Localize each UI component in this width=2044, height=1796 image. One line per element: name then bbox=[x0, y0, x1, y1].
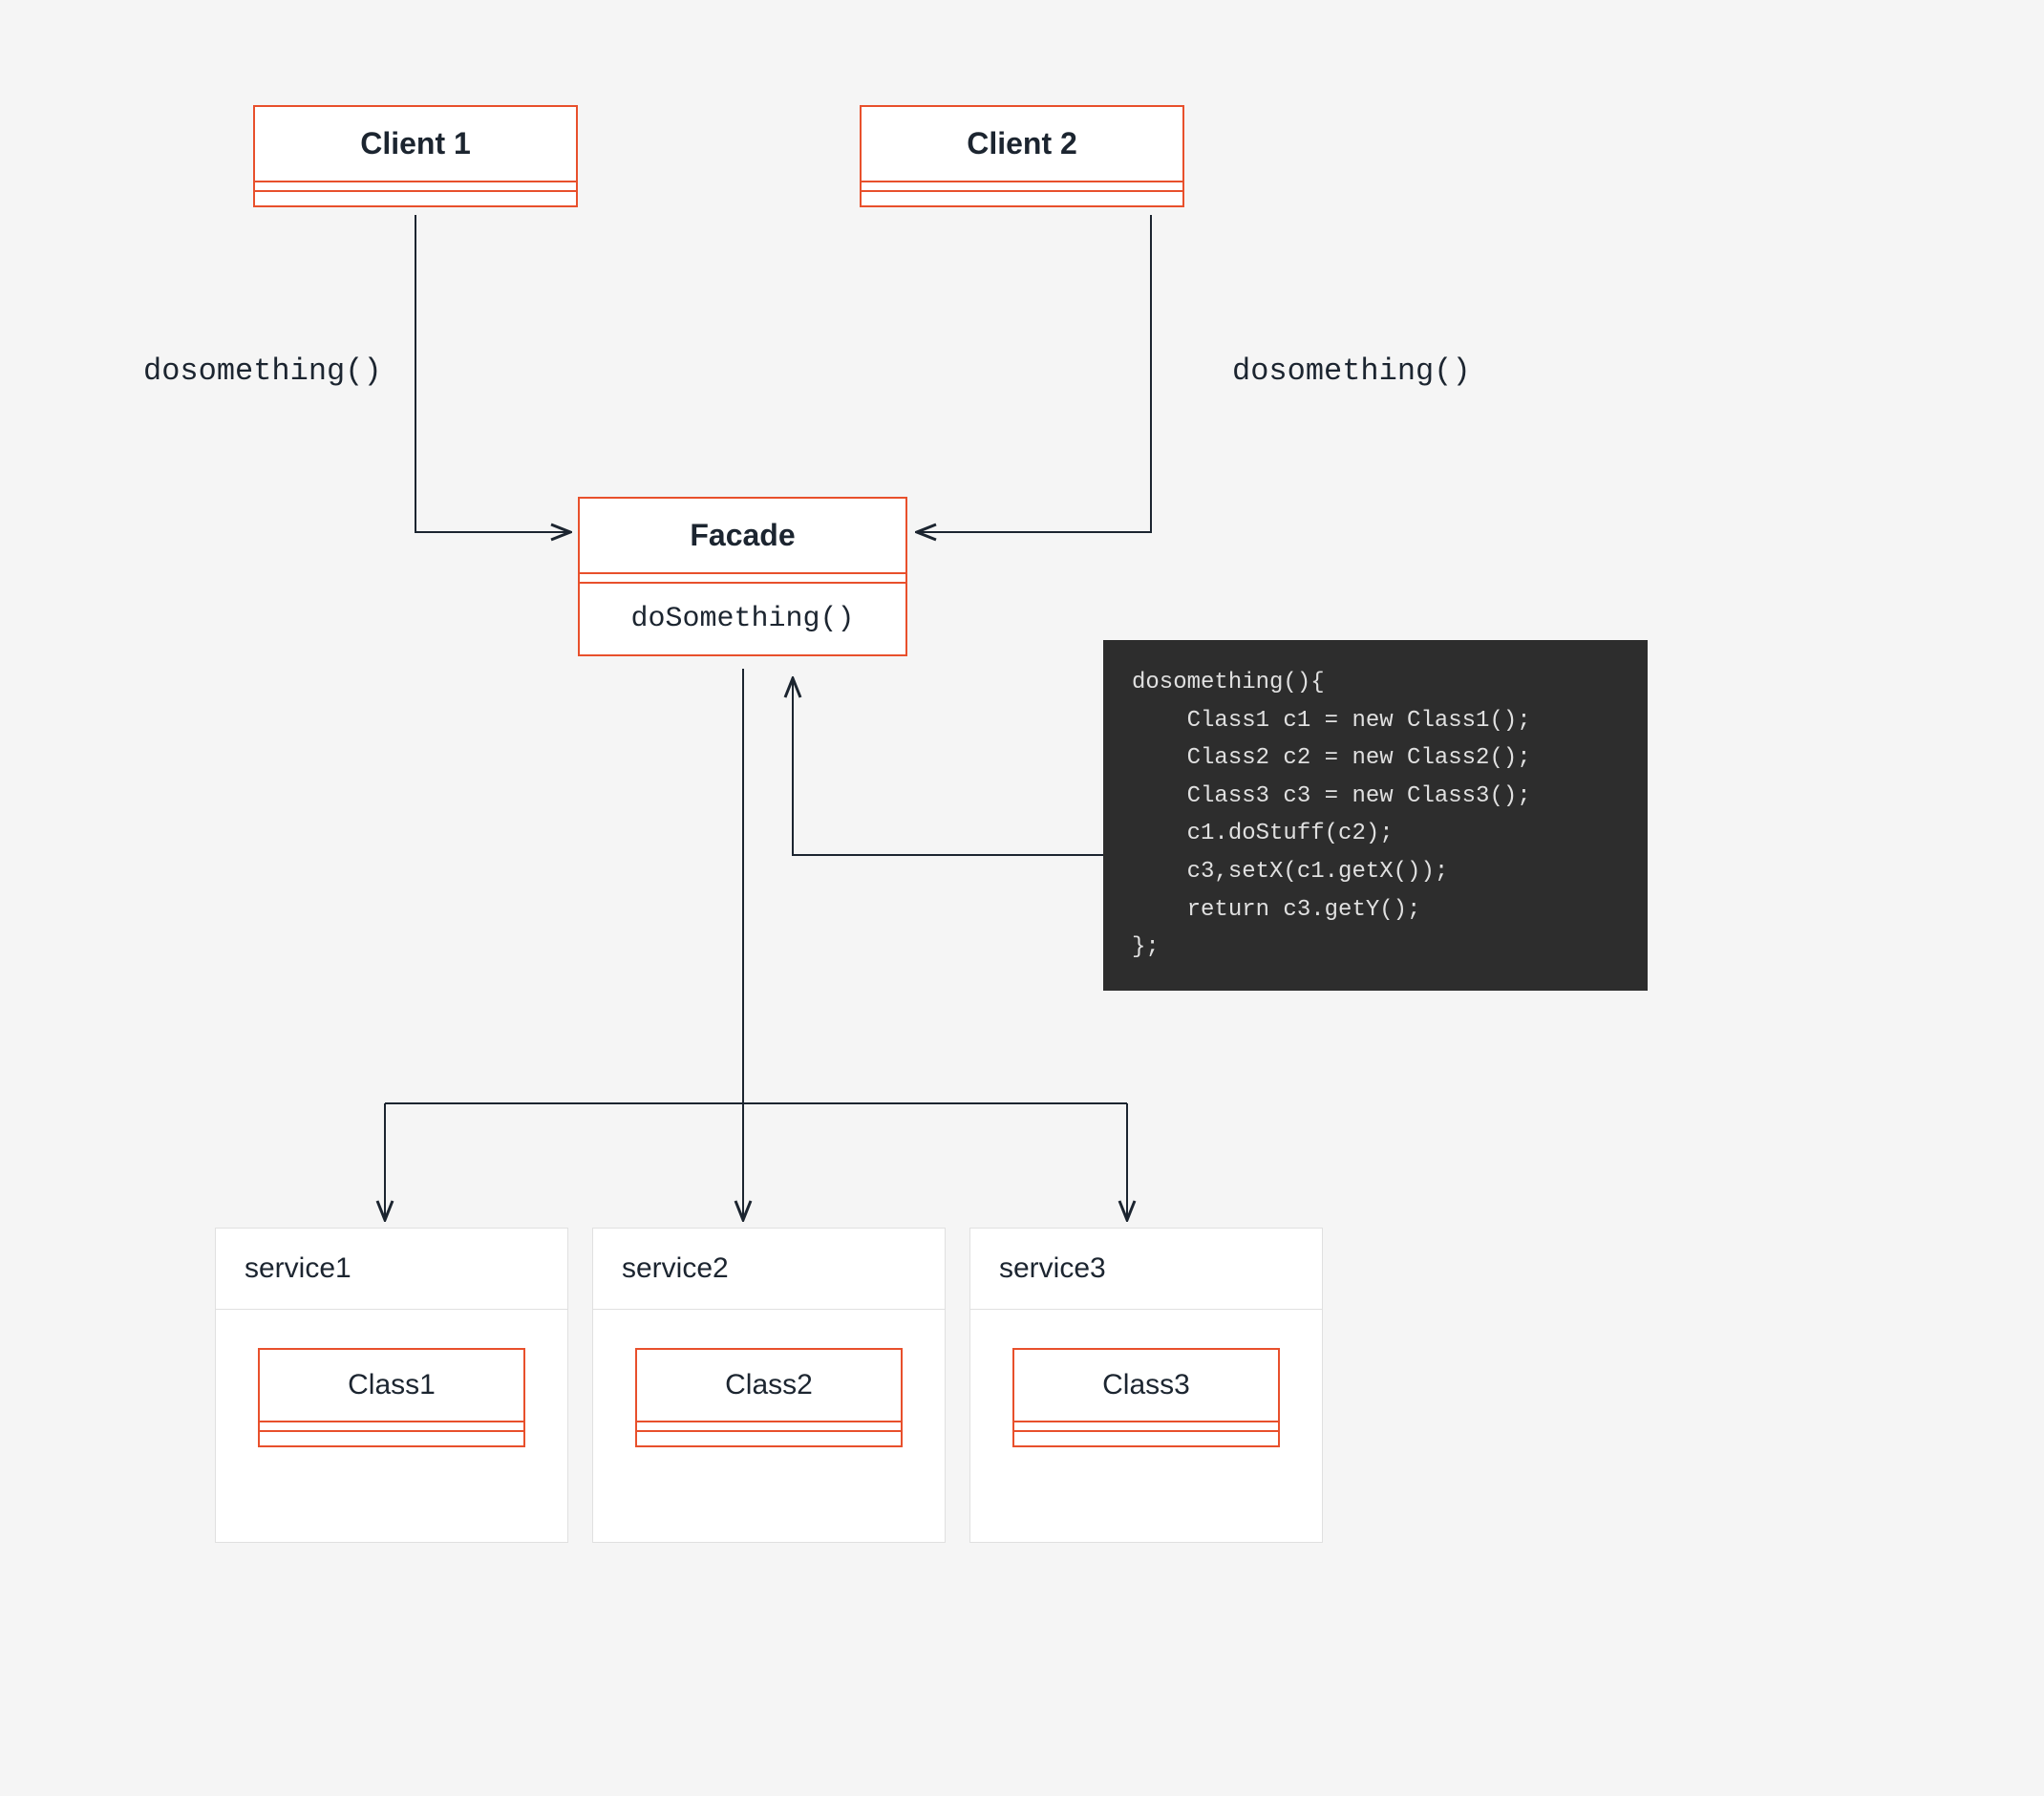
service-1-name: service1 bbox=[216, 1229, 567, 1310]
service-3-box: service3 Class3 bbox=[969, 1228, 1323, 1543]
class-1-box: Class1 bbox=[258, 1348, 525, 1447]
class-3-box: Class3 bbox=[1012, 1348, 1280, 1447]
client-2-title: Client 2 bbox=[862, 107, 1182, 182]
service-2-box: service2 Class2 bbox=[592, 1228, 946, 1543]
client-2-box: Client 2 bbox=[860, 105, 1184, 207]
facade-title: Facade bbox=[580, 499, 905, 574]
facade-method: doSomething() bbox=[580, 584, 905, 654]
service-2-name: service2 bbox=[593, 1229, 945, 1310]
service-3-name: service3 bbox=[970, 1229, 1322, 1310]
service-1-box: service1 Class1 bbox=[215, 1228, 568, 1543]
facade-diagram: Client 1 Client 2 dosomething() dosometh… bbox=[0, 0, 2044, 1796]
class-3-name: Class3 bbox=[1014, 1350, 1278, 1422]
class-2-box: Class2 bbox=[635, 1348, 903, 1447]
client-1-title: Client 1 bbox=[255, 107, 576, 182]
client-1-box: Client 1 bbox=[253, 105, 578, 207]
call-label-2: dosomething() bbox=[1232, 353, 1471, 389]
call-label-1: dosomething() bbox=[143, 353, 382, 389]
facade-box: Facade doSomething() bbox=[578, 497, 907, 656]
class-2-name: Class2 bbox=[637, 1350, 901, 1422]
class-1-name: Class1 bbox=[260, 1350, 523, 1422]
code-snippet: dosomething(){ Class1 c1 = new Class1();… bbox=[1103, 640, 1648, 991]
